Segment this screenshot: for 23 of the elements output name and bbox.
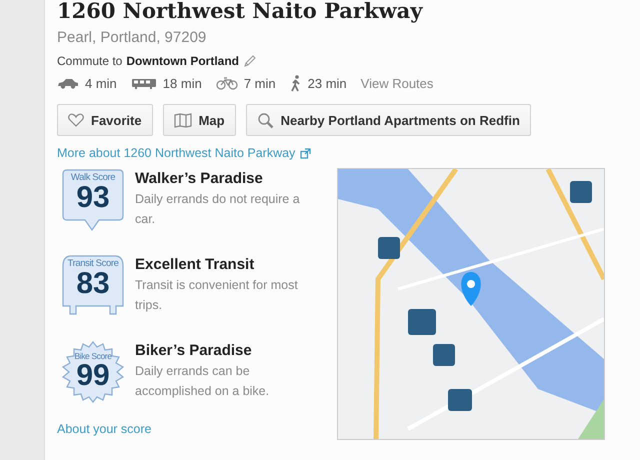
badge-label: Bike Score <box>74 351 112 361</box>
neighborhood-text: Pearl, Portland, 97209 <box>57 29 208 46</box>
score-title: Walker’s Paradise <box>135 170 264 187</box>
search-button[interactable]: Nearby Portland Apartments on Redfin <box>246 104 531 136</box>
score-description: Daily errands can be accomplished on a bike. <box>135 363 270 400</box>
travel-time: 23 min <box>308 76 347 91</box>
score-description: Daily errands do not require a car. <box>135 191 301 228</box>
commute-destination: Downtown Portland <box>126 54 240 68</box>
score-number: 83 <box>76 269 110 299</box>
map-button[interactable]: Map <box>162 104 236 136</box>
travel-time: 7 min <box>244 76 276 91</box>
travel-time: 18 min <box>162 76 202 91</box>
badge-label: Walk Score <box>70 172 116 183</box>
badge-label: Transit Score <box>68 258 118 269</box>
score-number: 99 <box>76 361 110 391</box>
commute-label: Commute to <box>57 54 122 68</box>
score-title: Biker’s Paradise <box>135 342 253 359</box>
score-description: Transit is convenient for most trips. <box>135 277 299 314</box>
favorite-button[interactable]: Favorite <box>57 104 153 136</box>
score-title: Excellent Transit <box>135 256 256 273</box>
address-title: 1260 Northwest Naito Parkway <box>57 0 424 25</box>
travel-time: 4 min <box>85 76 117 91</box>
score-number: 93 <box>76 183 110 213</box>
